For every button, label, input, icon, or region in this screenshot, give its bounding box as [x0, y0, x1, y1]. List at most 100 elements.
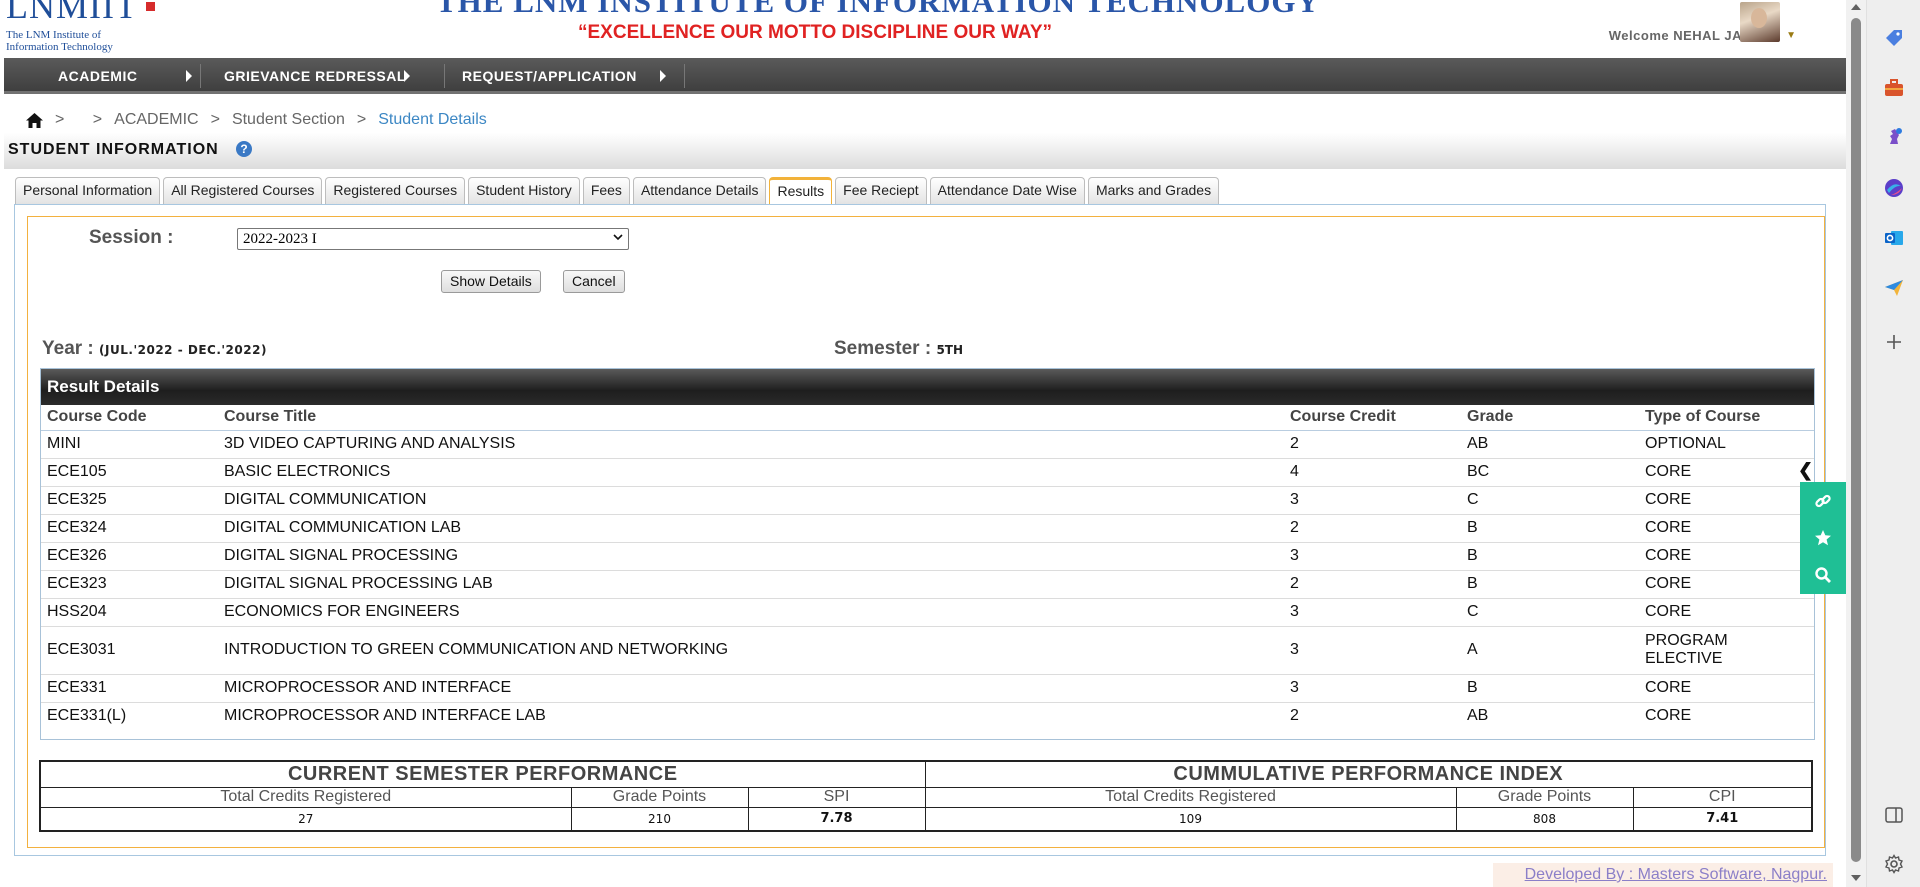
tab-attendance-details[interactable]: Attendance Details [632, 177, 767, 204]
course-title: MICROPROCESSOR AND INTERFACE LAB [224, 707, 546, 725]
star-icon[interactable] [1800, 519, 1846, 556]
current-points-value: 210 [570, 806, 749, 832]
course-code: ECE326 [41, 542, 218, 571]
performance-value-row: 27 210 7.78 109 808 7.41 [39, 806, 1813, 832]
chevron-left-icon[interactable]: ❮ [1798, 460, 1813, 481]
send-icon[interactable] [1882, 276, 1906, 300]
logo-subtitle: The LNM Institute of Information Technol… [6, 29, 113, 53]
tab-attendance-date-wise[interactable]: Attendance Date Wise [929, 177, 1085, 204]
scroll-up-icon[interactable] [1851, 4, 1861, 10]
table-row: ECE105 BASIC ELECTRONICS 4 BC CORE [41, 458, 1814, 487]
settings-icon[interactable] [1882, 852, 1906, 876]
site-header: LNMIIT The LNM Institute of Information … [0, 0, 1846, 58]
cancel-button[interactable]: Cancel [563, 270, 625, 293]
table-row: ECE3031 INTRODUCTION TO GREEN COMMUNICAT… [41, 626, 1814, 675]
course-code: ECE105 [41, 458, 218, 487]
course-credit: 2 [1284, 570, 1461, 599]
table-header-row: Course Code Course Title Course Credit G… [41, 405, 1814, 431]
tab-all-registered-courses[interactable]: All Registered Courses [163, 177, 323, 204]
show-details-button[interactable]: Show Details [441, 270, 541, 293]
quick-tools-panel [1800, 482, 1846, 594]
menu-item-academic[interactable]: ACADEMIC [40, 58, 192, 94]
course-title: DIGITAL COMMUNICATION LAB [218, 514, 1284, 543]
table-row: MINI 3D VIDEO CAPTURING AND ANALYSIS 2 A… [41, 430, 1814, 459]
table-row: ECE323 DIGITAL SIGNAL PROCESSING LAB 2 B… [41, 570, 1814, 599]
chevron-down-icon[interactable]: ▼ [1786, 30, 1796, 41]
briefcase-icon[interactable] [1882, 76, 1906, 100]
course-grade: A [1461, 626, 1639, 675]
course-code: ECE331(L) [47, 707, 127, 725]
course-grade: B [1461, 674, 1639, 703]
course-credit: 3 [1284, 542, 1461, 571]
course-grade: C [1461, 598, 1639, 627]
course-code: MINI [41, 430, 218, 459]
spi-label: SPI [747, 786, 926, 808]
menu-item-request[interactable]: REQUEST/APPLICATION [444, 58, 666, 94]
tab-results[interactable]: Results [769, 177, 833, 204]
avatar[interactable] [1740, 2, 1780, 42]
course-credit: 3 [1284, 674, 1461, 703]
link-icon[interactable] [1800, 482, 1846, 519]
tab-fee-reciept[interactable]: Fee Reciept [835, 177, 927, 204]
tab-personal-information[interactable]: Personal Information [15, 177, 161, 204]
tab-student-history[interactable]: Student History [468, 177, 580, 204]
column-header: Course Title [218, 405, 1284, 431]
help-icon[interactable]: ? [236, 141, 252, 157]
course-credit: 2 [1290, 707, 1299, 725]
course-grade: AB [1461, 430, 1639, 459]
table-row: ECE326 DIGITAL SIGNAL PROCESSING 3 B COR… [41, 542, 1814, 571]
year-field: Year : (JUL.'2022 - DEC.'2022) [42, 338, 267, 360]
logo[interactable]: LNMIIT [6, 0, 138, 26]
course-code: ECE331 [41, 674, 218, 703]
scroll-down-icon[interactable] [1851, 875, 1861, 881]
result-details-panel: Result Details Course Code Course Title … [40, 368, 1815, 740]
course-type: CORE [1639, 674, 1814, 703]
tab-fees[interactable]: Fees [582, 177, 630, 204]
performance-label-row: Total Credits Registered Grade Points SP… [39, 786, 1813, 808]
copilot-icon[interactable] [1882, 176, 1906, 200]
tag-icon[interactable] [1882, 26, 1906, 50]
logo-accent [146, 2, 155, 11]
course-title: BASIC ELECTRONICS [218, 458, 1284, 487]
search-icon[interactable] [1800, 556, 1846, 593]
course-title: INTRODUCTION TO GREEN COMMUNICATION AND … [218, 626, 1284, 675]
current-credits-value: 27 [39, 806, 572, 832]
sidebar-toggle-icon[interactable] [1882, 803, 1906, 827]
session-select[interactable]: 2022-2023 I [237, 228, 629, 250]
column-header: Grade [1461, 405, 1639, 431]
column-header: Course Code [41, 405, 218, 431]
outlook-icon[interactable] [1882, 226, 1906, 250]
course-credit: 2 [1284, 430, 1461, 459]
course-credit: 3 [1284, 626, 1461, 675]
current-credits-label: Total Credits Registered [39, 786, 572, 808]
breadcrumb-academic[interactable]: ACADEMIC [114, 111, 198, 129]
cumulative-credits-value: 109 [924, 806, 1457, 832]
main-menu: ACADEMIC GRIEVANCE REDRESSAL REQUEST/APP… [4, 58, 1846, 94]
course-type: CORE [1639, 458, 1814, 487]
course-title: DIGITAL SIGNAL PROCESSING [218, 542, 1284, 571]
column-header: Course Credit [1284, 405, 1461, 431]
current-semester-title: CURRENT SEMESTER PERFORMANCE [39, 760, 926, 788]
course-type: CORE [1639, 514, 1814, 543]
scroll-thumb[interactable] [1851, 18, 1861, 862]
breadcrumb-student-details[interactable]: Student Details [378, 111, 487, 129]
course-grade: BC [1461, 458, 1639, 487]
chevron-down-icon [613, 234, 623, 241]
breadcrumb: > > ACADEMIC > Student Section > Student… [26, 109, 487, 131]
result-details-heading: Result Details [41, 369, 1814, 405]
breadcrumb-separator: > [92, 111, 103, 128]
chess-icon[interactable] [1882, 124, 1906, 148]
page-scrollbar[interactable] [1846, 0, 1866, 887]
tab-marks-and-grades[interactable]: Marks and Grades [1087, 177, 1220, 204]
caret-right-icon [404, 70, 410, 82]
menu-item-grievance[interactable]: GRIEVANCE REDRESSAL [206, 58, 424, 94]
tab-registered-courses[interactable]: Registered Courses [325, 177, 466, 204]
course-code: ECE3031 [41, 626, 218, 675]
developer-credit-link[interactable]: Developed By : Masters Software, Nagpur. [1493, 863, 1833, 887]
column-header: Type of Course [1639, 405, 1814, 431]
year-label: Year : [42, 338, 94, 359]
plus-icon[interactable] [1882, 330, 1906, 354]
breadcrumb-student-section[interactable]: Student Section [232, 111, 345, 129]
course-type: CORE [1639, 598, 1814, 627]
home-icon[interactable] [26, 112, 43, 128]
